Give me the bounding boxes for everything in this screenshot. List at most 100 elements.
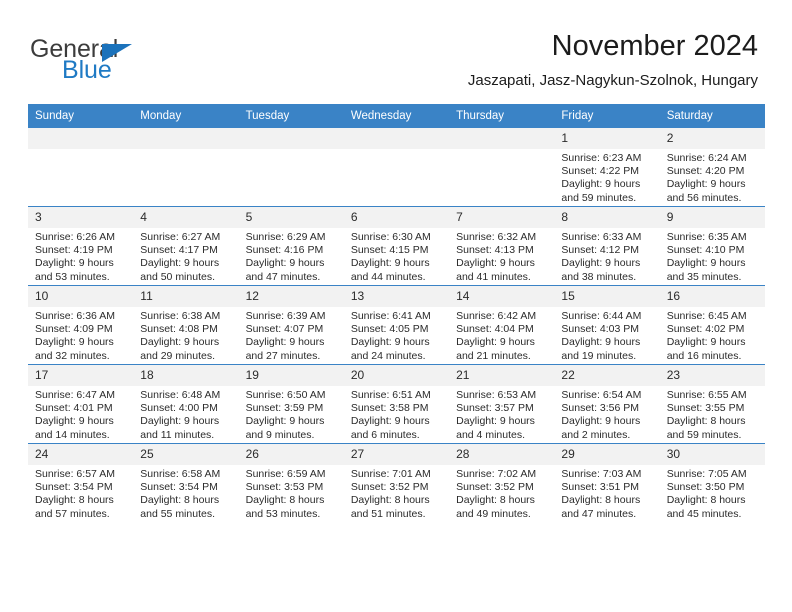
day-details: Sunrise: 6:50 AM Sunset: 3:59 PM Daylight:… (239, 386, 344, 442)
calendar-day-cell[interactable]: 6 Sunrise: 6:30 AM Sunset: 4:15 PM Daylight… (343, 206, 450, 286)
daylight-text-line2: and 59 minutes. (666, 428, 742, 441)
calendar-day-cell[interactable]: 26 Sunrise: 6:59 AM Sunset: 3:53 PM Dayligh… (238, 443, 344, 522)
daylight-text-line2: and 21 minutes. (456, 349, 531, 362)
calendar-page: General Blue November 2024 Jaszapati, Ja… (0, 0, 792, 612)
calendar-day-cell[interactable]: 16 Sunrise: 6:45 AM Sunset: 4:02 PM Dayligh… (659, 285, 765, 365)
calendar-day-cell[interactable]: 3 Sunrise: 6:26 AM Sunset: 4:19 PM Daylight… (28, 206, 134, 286)
day-details: Sunrise: 6:54 AM Sunset: 3:56 PM Daylight:… (554, 386, 659, 442)
weekday-header-saturday: Saturday (659, 104, 765, 128)
calendar-day-cell[interactable]: 28 Sunrise: 7:02 AM Sunset: 3:52 PM Dayligh… (449, 443, 555, 522)
daylight-text-line1: Daylight: 9 hours (350, 415, 430, 428)
calendar-day-cell[interactable]: 1 Sunrise: 6:23 AM Sunset: 4:22 PM Daylight… (554, 127, 660, 207)
sunset-text: Sunset: 3:52 PM (350, 481, 429, 494)
day-details: Sunrise: 6:47 AM Sunset: 4:01 PM Daylight:… (28, 386, 133, 442)
daylight-text-line1: Daylight: 9 hours (140, 415, 220, 428)
day-number: 10 (28, 286, 134, 307)
day-number (133, 128, 239, 149)
day-number (238, 128, 344, 149)
calendar-day-cell[interactable]: 12 Sunrise: 6:39 AM Sunset: 4:07 PM Dayligh… (238, 285, 344, 365)
calendar-day-cell[interactable]: 29 Sunrise: 7:03 AM Sunset: 3:51 PM Dayligh… (554, 443, 660, 522)
daylight-text-line1: Daylight: 9 hours (35, 415, 114, 428)
day-number (449, 128, 555, 149)
sunrise-text: Sunrise: 6:59 AM (245, 468, 326, 480)
calendar-day-cell[interactable]: 27 Sunrise: 7:01 AM Sunset: 3:52 PM Dayligh… (343, 443, 450, 522)
daylight-text-line2: and 49 minutes. (456, 507, 531, 520)
daylight-text-line2: and 32 minutes. (35, 349, 110, 362)
calendar-day-cell[interactable]: 2 Sunrise: 6:24 AM Sunset: 4:20 PM Daylight… (659, 127, 765, 207)
daylight-text-line1: Daylight: 8 hours (350, 494, 430, 507)
calendar-day-cell[interactable]: 11 Sunrise: 6:38 AM Sunset: 4:08 PM Dayligh… (133, 285, 239, 365)
sunrise-text: Sunrise: 6:35 AM (666, 231, 747, 243)
daylight-text-line2: and 38 minutes. (561, 270, 637, 283)
weekday-header-friday: Friday (554, 104, 660, 128)
calendar-day-cell[interactable]: 23 Sunrise: 6:55 AM Sunset: 3:55 PM Dayligh… (659, 364, 765, 444)
day-number: 20 (343, 365, 450, 386)
calendar-day-cell[interactable]: 15 Sunrise: 6:44 AM Sunset: 4:03 PM Dayligh… (554, 285, 660, 365)
calendar-day-cell[interactable]: 22 Sunrise: 6:54 AM Sunset: 3:56 PM Dayligh… (554, 364, 660, 444)
daylight-text-line1: Daylight: 9 hours (35, 336, 114, 349)
calendar-day-cell[interactable]: 25 Sunrise: 6:58 AM Sunset: 3:54 PM Dayligh… (133, 443, 239, 522)
day-number (28, 128, 134, 149)
day-number: 2 (659, 128, 765, 149)
day-number: 8 (554, 207, 660, 228)
daylight-text-line2: and 35 minutes. (666, 270, 742, 283)
calendar-day-cell[interactable]: 19 Sunrise: 6:50 AM Sunset: 3:59 PM Dayligh… (238, 364, 344, 444)
calendar-day-cell[interactable]: 5 Sunrise: 6:29 AM Sunset: 4:16 PM Daylight… (238, 206, 344, 286)
day-details: Sunrise: 6:42 AM Sunset: 4:04 PM Daylight:… (449, 307, 554, 363)
sunrise-text: Sunrise: 6:58 AM (140, 468, 221, 480)
calendar-day-cell[interactable]: 9 Sunrise: 6:35 AM Sunset: 4:10 PM Daylight… (659, 206, 765, 286)
sunset-text: Sunset: 4:07 PM (245, 323, 324, 336)
calendar-day-cell[interactable]: 13 Sunrise: 6:41 AM Sunset: 4:05 PM Dayligh… (343, 285, 450, 365)
calendar-day-cell[interactable]: 30 Sunrise: 7:05 AM Sunset: 3:50 PM Dayligh… (659, 443, 765, 522)
page-title: November 2024 (551, 30, 758, 62)
sunset-text: Sunset: 4:13 PM (456, 244, 534, 257)
day-details: Sunrise: 7:02 AM Sunset: 3:52 PM Daylight:… (449, 465, 554, 521)
calendar-day-cell[interactable]: 8 Sunrise: 6:33 AM Sunset: 4:12 PM Daylight… (554, 206, 660, 286)
day-number: 5 (238, 207, 344, 228)
day-details: Sunrise: 6:32 AM Sunset: 4:13 PM Daylight:… (449, 228, 554, 284)
sunset-text: Sunset: 3:57 PM (456, 402, 534, 415)
calendar-day-cell[interactable]: 14 Sunrise: 6:42 AM Sunset: 4:04 PM Dayligh… (449, 285, 555, 365)
sunrise-text: Sunrise: 7:01 AM (350, 468, 431, 480)
day-details: Sunrise: 6:29 AM Sunset: 4:16 PM Daylight:… (239, 228, 344, 284)
calendar-day-cell[interactable]: 24 Sunrise: 6:57 AM Sunset: 3:54 PM Dayligh… (28, 443, 134, 522)
logo-general-blue[interactable]: General Blue (30, 36, 200, 86)
daylight-text-line2: and 57 minutes. (35, 507, 110, 520)
sunset-text: Sunset: 4:19 PM (35, 244, 113, 257)
day-details: Sunrise: 7:01 AM Sunset: 3:52 PM Daylight:… (344, 465, 449, 521)
sunset-text: Sunset: 4:00 PM (140, 402, 218, 415)
day-details: Sunrise: 6:27 AM Sunset: 4:17 PM Daylight:… (133, 228, 238, 284)
calendar-day-cell[interactable]: 10 Sunrise: 6:36 AM Sunset: 4:09 PM Dayligh… (28, 285, 134, 365)
sunset-text: Sunset: 3:59 PM (245, 402, 324, 415)
calendar-day-cell[interactable]: 17 Sunrise: 6:47 AM Sunset: 4:01 PM Dayligh… (28, 364, 134, 444)
daylight-text-line2: and 2 minutes. (561, 428, 631, 441)
calendar-day-cell[interactable]: 20 Sunrise: 6:51 AM Sunset: 3:58 PM Dayligh… (343, 364, 450, 444)
sunrise-text: Sunrise: 6:29 AM (245, 231, 326, 243)
calendar-day-cell[interactable]: 7 Sunrise: 6:32 AM Sunset: 4:13 PM Daylight… (449, 206, 555, 286)
page-header: General Blue November 2024 Jaszapati, Ja… (0, 0, 792, 101)
sunset-text: Sunset: 4:22 PM (561, 165, 640, 178)
day-number: 6 (343, 207, 450, 228)
day-details: Sunrise: 6:53 AM Sunset: 3:57 PM Daylight:… (449, 386, 554, 442)
sunset-text: Sunset: 3:51 PM (561, 481, 640, 494)
sunset-text: Sunset: 3:56 PM (561, 402, 640, 415)
daylight-text-line2: and 11 minutes. (140, 428, 215, 441)
day-number: 22 (554, 365, 660, 386)
calendar-day-cell[interactable]: 21 Sunrise: 6:53 AM Sunset: 3:57 PM Dayligh… (449, 364, 555, 444)
daylight-text-line1: Daylight: 8 hours (35, 494, 114, 507)
sunrise-text: Sunrise: 7:03 AM (561, 468, 642, 480)
day-details: Sunrise: 6:35 AM Sunset: 4:10 PM Daylight:… (660, 228, 765, 284)
sunset-text: Sunset: 4:20 PM (666, 165, 745, 178)
sunrise-text: Sunrise: 6:24 AM (666, 152, 747, 164)
daylight-text-line1: Daylight: 9 hours (561, 336, 641, 349)
calendar-day-cell[interactable]: 4 Sunrise: 6:27 AM Sunset: 4:17 PM Daylight… (133, 206, 239, 286)
sunset-text: Sunset: 3:55 PM (666, 402, 745, 415)
sunset-text: Sunset: 4:05 PM (350, 323, 429, 336)
daylight-text-line1: Daylight: 9 hours (666, 178, 746, 191)
day-details: Sunrise: 6:39 AM Sunset: 4:07 PM Daylight:… (239, 307, 344, 363)
sunrise-text: Sunrise: 6:48 AM (140, 389, 221, 401)
daylight-text-line1: Daylight: 8 hours (245, 494, 325, 507)
calendar-day-cell[interactable]: 18 Sunrise: 6:48 AM Sunset: 4:00 PM Dayligh… (133, 364, 239, 444)
day-number: 16 (659, 286, 765, 307)
daylight-text-line1: Daylight: 8 hours (666, 494, 746, 507)
